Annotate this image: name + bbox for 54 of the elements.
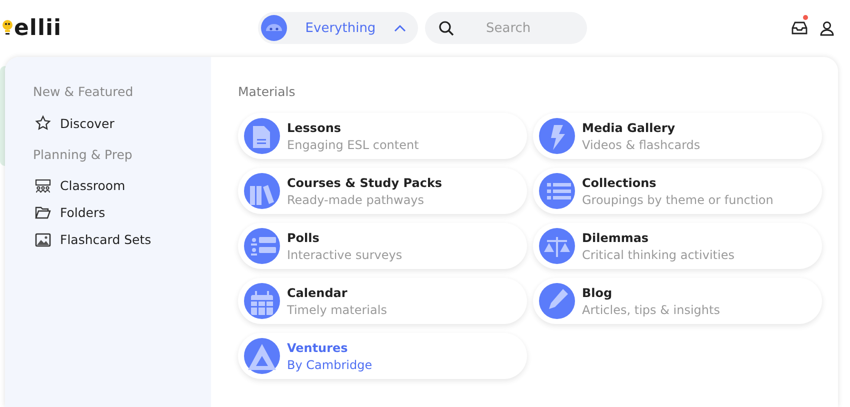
list-icon (539, 173, 575, 209)
card-title: Courses & Study Packs (287, 176, 442, 190)
sidebar-item[interactable]: Folders (33, 205, 211, 220)
document-icon (244, 118, 280, 154)
mountain-icon (244, 338, 280, 374)
card-subtitle: Interactive surveys (287, 248, 402, 262)
calendar-icon (244, 283, 280, 319)
user-icon[interactable] (820, 20, 834, 36)
card-subtitle: Groupings by theme or function (582, 192, 774, 206)
scale-icon (539, 228, 575, 264)
search-field[interactable]: Search (425, 12, 587, 44)
books-icon (244, 173, 280, 209)
card-subtitle: Articles, tips & insights (582, 302, 720, 316)
card-title: Calendar (287, 286, 348, 300)
card-subtitle: Critical thinking activities (582, 248, 734, 262)
card-title: Collections (582, 176, 658, 190)
card-subtitle: Videos & flashcards (582, 138, 700, 152)
bolt-icon (539, 118, 575, 154)
image-icon (35, 232, 51, 246)
material-card[interactable]: Polls Interactive surveys (238, 223, 527, 269)
card-subtitle: By Cambridge (287, 358, 372, 372)
card-subtitle: Timely materials (287, 302, 387, 316)
poll-icon (244, 228, 280, 264)
avatar-icon (261, 15, 287, 41)
classroom-icon (35, 178, 51, 192)
folder-icon (35, 206, 51, 219)
section-heading: Materials (238, 84, 296, 99)
logo-text[interactable]: ellii (14, 16, 62, 40)
lightbulb-icon (2, 19, 13, 37)
material-card[interactable]: Media Gallery Videos & flashcards (533, 113, 822, 159)
card-title: Polls (287, 230, 320, 244)
sidebar-item[interactable]: Discover (33, 115, 211, 131)
sidebar-item[interactable]: Flashcard Sets (33, 232, 211, 247)
scope-selector[interactable]: Everything (258, 12, 418, 44)
sidebar-item[interactable]: Classroom (33, 178, 211, 193)
material-card[interactable]: Calendar Timely materials (238, 278, 527, 324)
material-card[interactable]: Collections Groupings by theme or function (533, 168, 822, 214)
material-card[interactable]: Blog Articles, tips & insights (533, 278, 822, 324)
card-title: Lessons (287, 120, 342, 134)
material-card[interactable]: Dilemmas Critical thinking activities (533, 223, 822, 269)
card-title: Dilemmas (582, 230, 650, 244)
card-title: Ventures (287, 340, 349, 354)
card-subtitle: Ready-made pathways (287, 192, 426, 206)
material-card[interactable]: Ventures By Cambridge (238, 333, 527, 379)
section-heading: New & Featured (33, 84, 134, 99)
material-card[interactable]: Courses & Study Packs Ready-made pathways (238, 168, 527, 214)
card-subtitle: Engaging ESL content (287, 138, 419, 152)
section-heading: Planning & Prep (33, 147, 134, 162)
card-title: Blog (582, 286, 614, 300)
card-title: Media Gallery (582, 120, 676, 134)
star-icon (35, 115, 51, 131)
pencil-icon (539, 283, 575, 319)
material-card[interactable]: Lessons Engaging ESL content (238, 113, 527, 159)
inbox-icon[interactable] (791, 21, 808, 35)
